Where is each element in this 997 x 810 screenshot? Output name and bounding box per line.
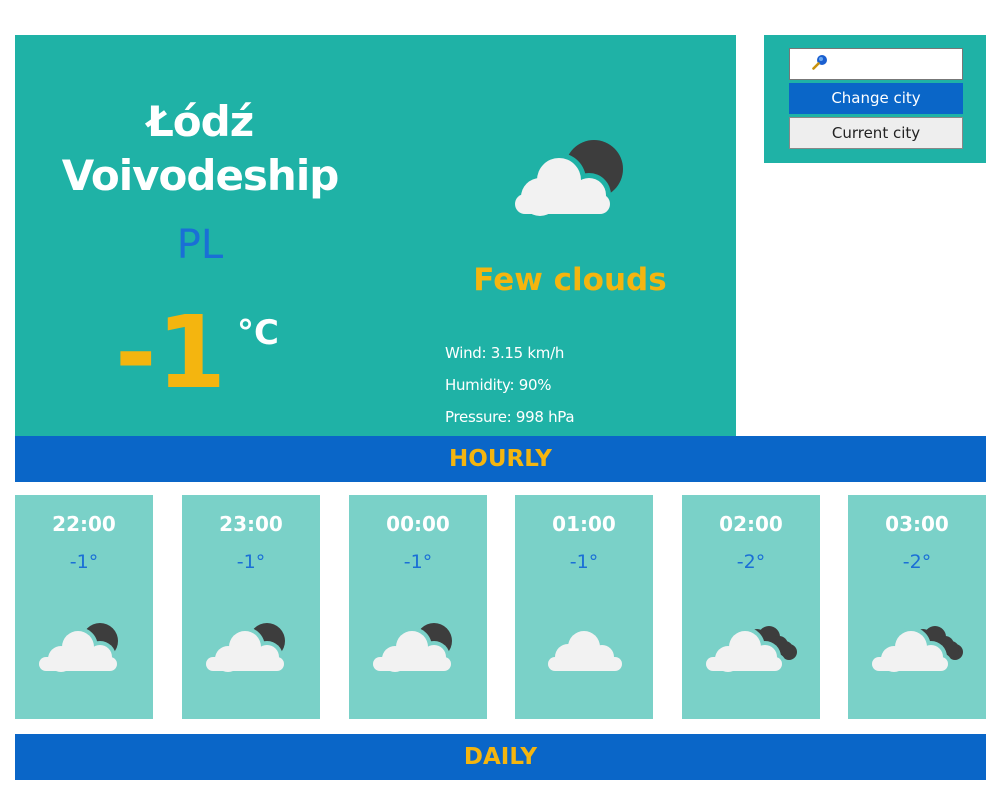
hourly-card: 00:00 -1° (349, 495, 487, 719)
weather-details: Wind: 3.15 km/h Humidity: 90% Pressure: … (445, 337, 575, 433)
hourly-card: 22:00 -1° (15, 495, 153, 719)
wind-value: Wind: 3.15 km/h (445, 344, 565, 362)
cloud-moon-icon (371, 623, 455, 675)
hour-time: 23:00 (219, 512, 283, 536)
hour-time: 02:00 (719, 512, 783, 536)
hour-temperature: -2° (736, 551, 766, 573)
hourly-card: 01:00 -1° (515, 495, 653, 719)
weather-condition: Few clouds (473, 262, 667, 298)
hourly-card: 23:00 -1° (182, 495, 320, 719)
city-search-input[interactable] (834, 52, 954, 74)
cloud-moon-icon (37, 623, 121, 675)
temperature-unit: °C (237, 313, 279, 353)
hour-time: 22:00 (52, 512, 116, 536)
change-city-button[interactable]: Change city (789, 83, 963, 114)
hour-time: 01:00 (552, 512, 616, 536)
city-name: Łódź Voivodeship (61, 97, 340, 200)
current-city-button[interactable]: Current city (789, 117, 963, 149)
hour-temperature: -2° (902, 551, 932, 573)
hour-temperature: -1° (69, 551, 99, 573)
hourly-card: 03:00 -2° (848, 495, 986, 719)
hour-temperature: -1° (403, 551, 433, 573)
city-search-panel: Change city Current city (764, 35, 986, 163)
cloud-moon-icon (204, 623, 288, 675)
pressure-value: Pressure: 998 hPa (445, 408, 575, 426)
hour-time: 00:00 (386, 512, 450, 536)
cloud-moon-icon (512, 140, 623, 216)
humidity-value: Humidity: 90% (445, 376, 552, 394)
hourly-header: HOURLY (15, 436, 986, 482)
hour-time: 03:00 (885, 512, 949, 536)
hour-temperature: -1° (569, 551, 599, 573)
hour-temperature: -1° (236, 551, 266, 573)
broken-clouds-icon (704, 626, 797, 675)
country-code: PL (176, 222, 224, 268)
broken-clouds-icon (870, 626, 963, 675)
search-icon (812, 55, 827, 70)
current-temperature: -1 (115, 294, 227, 411)
search-box[interactable] (789, 48, 963, 80)
daily-header: DAILY (15, 734, 986, 780)
cloud-icon (548, 631, 622, 671)
current-weather-panel: Łódź Voivodeship PL -1 °C Few clouds Win… (15, 35, 736, 436)
hourly-card: 02:00 -2° (682, 495, 820, 719)
